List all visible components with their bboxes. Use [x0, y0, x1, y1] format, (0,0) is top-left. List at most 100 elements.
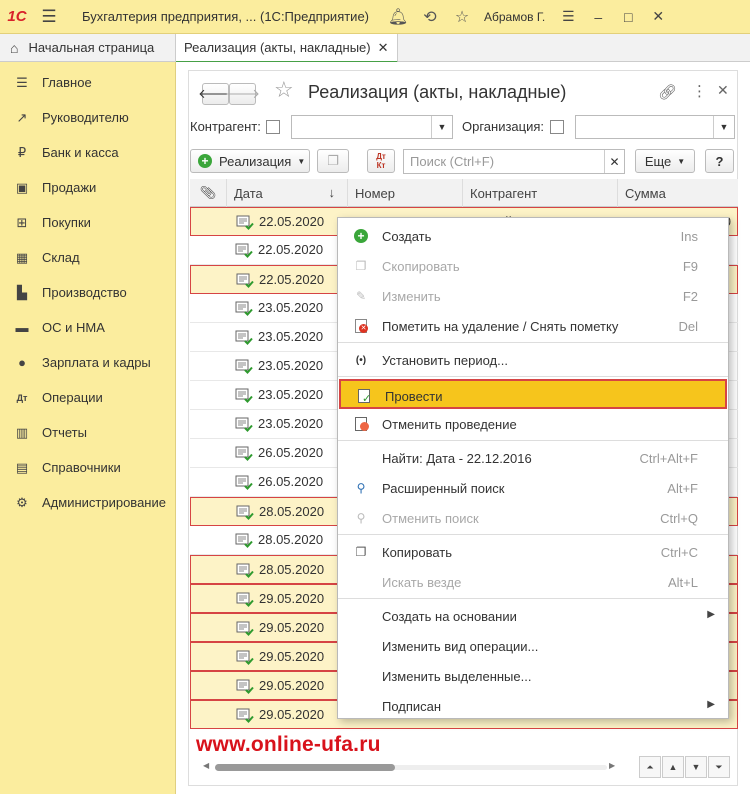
tab-home[interactable]: ⌂ Начальная страница: [0, 34, 176, 61]
menu-item-5[interactable]: (•) Установить период...: [338, 345, 728, 375]
sidebar-item-label: Отчеты: [42, 425, 87, 440]
row-date: 29.05.2020: [259, 678, 325, 693]
chevron-down-icon: ▼: [297, 156, 306, 166]
bell-icon[interactable]: 🔔︎: [382, 7, 414, 27]
search-field[interactable]: Поиск (Ctrl+F) ✕: [403, 149, 625, 174]
column-contragent[interactable]: Контрагент: [463, 179, 618, 207]
cancel-search-icon: ⚲: [356, 511, 366, 525]
sidebar-item-warehouse[interactable]: ▦ Склад: [0, 240, 175, 275]
organization-checkbox[interactable]: [550, 120, 564, 134]
scroll-left-icon[interactable]: ◀: [203, 761, 209, 770]
contragent-checkbox[interactable]: [266, 120, 280, 134]
help-button[interactable]: ?: [705, 149, 734, 173]
attachment-column-icon[interactable]: 📎︎: [190, 179, 227, 207]
sidebar-item-main[interactable]: ☰ Главное: [0, 65, 175, 100]
menu-item-shortcut: Ctrl+Alt+F: [639, 451, 698, 466]
posted-document-icon: [235, 330, 253, 345]
posted-document-icon: [236, 679, 254, 694]
posted-document-icon: [236, 592, 254, 607]
menu-item-15[interactable]: Изменить выделенные...: [338, 661, 728, 691]
search-input[interactable]: Поиск (Ctrl+F): [410, 154, 494, 169]
last-page-icon: ⏷: [715, 761, 723, 772]
user-name[interactable]: Абрамов Г.: [484, 10, 545, 24]
column-sum[interactable]: Сумма: [618, 179, 738, 207]
row-date: 29.05.2020: [259, 707, 325, 722]
menu-item-1[interactable]: + Создать Ins: [338, 221, 728, 251]
favorite-star-icon[interactable]: ☆: [274, 77, 294, 103]
menu-item-4[interactable]: ✕ Пометить на удаление / Снять пометку Del: [338, 311, 728, 341]
sort-arrow-down-icon: ↓: [328, 185, 336, 200]
sidebar-item-purchases[interactable]: ⊞ Покупки: [0, 205, 175, 240]
sidebar-item-admin[interactable]: ⚙ Администрирование: [0, 485, 175, 520]
sidebar-item-reports[interactable]: ▥ Отчеты: [0, 415, 175, 450]
menu-item-label: Расширенный поиск: [382, 481, 505, 496]
menu-item-14[interactable]: Изменить вид операции...: [338, 631, 728, 661]
scroll-down-button[interactable]: ▼: [685, 756, 707, 778]
tab-realization-label: Реализация (акты, накладные): [184, 40, 371, 55]
menu-item-6[interactable]: ✓ Провести: [339, 379, 727, 409]
scroll-to-top-button[interactable]: ⏶: [639, 756, 661, 778]
menu-item-label: Изменить выделенные...: [382, 669, 532, 684]
dropdown-icon[interactable]: ▼: [713, 116, 734, 138]
menu-item-2[interactable]: ❐ Скопировать F9: [338, 251, 728, 281]
more-vertical-icon[interactable]: ⋮: [692, 82, 707, 100]
menu-item-label: Создать на основании: [382, 609, 517, 624]
column-date[interactable]: Дата ↓: [227, 179, 348, 207]
history-icon[interactable]: ⟲: [414, 7, 446, 27]
books-icon: ▤: [15, 459, 29, 475]
organization-field[interactable]: ▼: [575, 115, 735, 139]
scroll-right-icon[interactable]: ▶: [609, 761, 615, 770]
close-form-icon[interactable]: ✕: [717, 82, 729, 99]
menu-item-7[interactable]: Отменить проведение: [338, 409, 728, 439]
close-window-icon[interactable]: ✕: [643, 8, 673, 25]
clear-search-icon[interactable]: ✕: [604, 150, 624, 173]
sidebar-item-operations[interactable]: Дт Операции: [0, 380, 175, 415]
menu-item-label: Изменить: [382, 289, 441, 304]
menu-item-13[interactable]: Создать на основании ▶: [338, 601, 728, 631]
main-menu-icon[interactable]: ☰: [34, 7, 64, 27]
menu-item-10[interactable]: ⚲ Отменить поиск Ctrl+Q: [338, 503, 728, 533]
forward-button[interactable]: 🡒: [225, 83, 260, 105]
dropdown-icon[interactable]: ▼: [431, 116, 452, 138]
menu-item-8[interactable]: Найти: Дата - 22.12.2016 Ctrl+Alt+F: [338, 443, 728, 473]
sidebar-item-bank[interactable]: ₽ Банк и касса: [0, 135, 175, 170]
sidebar-item-salary[interactable]: ● Зарплата и кадры: [0, 345, 175, 380]
posted-document-icon: [235, 446, 253, 461]
row-date: 22.05.2020: [259, 272, 325, 287]
minimize-icon[interactable]: –: [583, 9, 613, 25]
menu-item-11[interactable]: ❐ Копировать Ctrl+C: [338, 537, 728, 567]
sidebar-item-sales[interactable]: ▣ Продажи: [0, 170, 175, 205]
menu-item-9[interactable]: ⚲ Расширенный поиск Alt+F: [338, 473, 728, 503]
sidebar-item-catalogs[interactable]: ▤ Справочники: [0, 450, 175, 485]
menu-item-label: Изменить вид операции...: [382, 639, 539, 654]
sidebar-item-label: Склад: [42, 250, 80, 265]
create-realization-button[interactable]: + Реализация ▼: [190, 149, 310, 173]
column-number[interactable]: Номер: [348, 179, 463, 207]
arrow-right-icon: 🡒: [225, 86, 260, 101]
bar-chart-icon: ▥: [15, 424, 29, 440]
horizontal-scrollbar[interactable]: ◀ ▶: [203, 761, 619, 773]
menu-item-shortcut: Alt+F: [667, 481, 698, 496]
link-icon[interactable]: 🔗︎: [658, 83, 677, 101]
scroll-to-bottom-button[interactable]: ⏷: [708, 756, 730, 778]
maximize-icon[interactable]: □: [613, 9, 643, 25]
row-date: 22.05.2020: [258, 242, 324, 257]
sidebar-item-production[interactable]: ▙ Производство: [0, 275, 175, 310]
settings-menu-icon[interactable]: ☰: [553, 8, 583, 25]
menu-item-3[interactable]: ✎ Изменить F2: [338, 281, 728, 311]
scroll-thumb[interactable]: [215, 764, 395, 771]
first-page-icon: ⏶: [646, 761, 654, 772]
more-button[interactable]: Еще ▼: [635, 149, 695, 173]
tab-realization[interactable]: Реализация (акты, накладные) ✕: [176, 34, 398, 63]
menu-item-16[interactable]: Подписан ▶: [338, 691, 728, 721]
contragent-field[interactable]: ▼: [291, 115, 453, 139]
row-date: 26.05.2020: [258, 445, 324, 460]
sidebar-item-manager[interactable]: ↗ Руководителю: [0, 100, 175, 135]
copy-button[interactable]: ❐: [317, 149, 349, 173]
scroll-up-button[interactable]: ▲: [662, 756, 684, 778]
close-tab-icon[interactable]: ✕: [378, 40, 389, 56]
sidebar-item-assets[interactable]: ▬ ОС и НМА: [0, 310, 175, 345]
menu-item-12[interactable]: Искать везде Alt+L: [338, 567, 728, 597]
dt-kt-button[interactable]: Дт Кт: [367, 149, 395, 173]
favorites-star-icon[interactable]: ☆: [446, 7, 478, 27]
